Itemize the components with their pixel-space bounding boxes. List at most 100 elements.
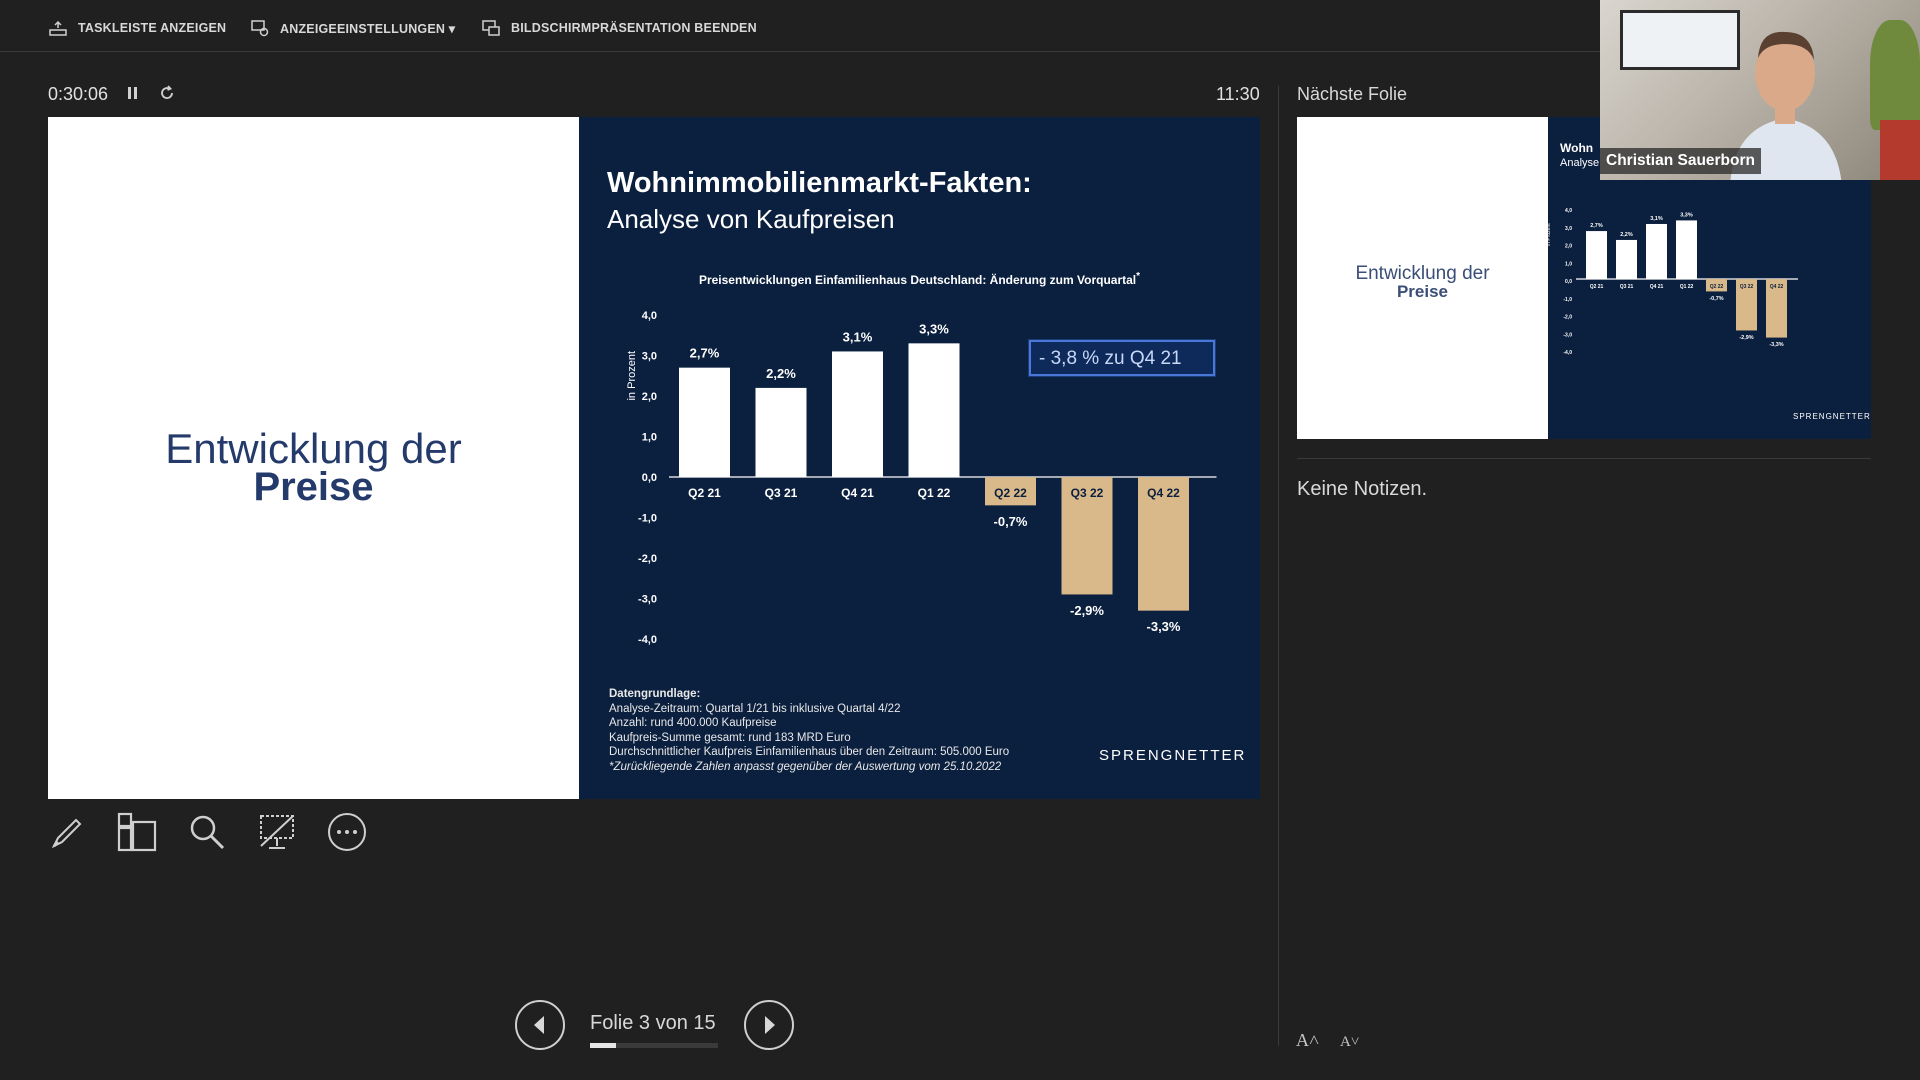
x-tick-label: Q4 22	[1147, 486, 1180, 500]
taskbar-icon	[49, 20, 67, 36]
data-label: -0,7%	[1709, 296, 1723, 302]
current-slide[interactable]: Entwicklung der Preise Wohnimmobilienmar…	[48, 117, 1260, 799]
x-tick-label: Q3 21	[765, 486, 798, 500]
decrease-font-button[interactable]: A˅	[1340, 1034, 1359, 1051]
next-slide-title-line2: Preise	[1396, 282, 1449, 301]
pen-tool-button[interactable]	[46, 810, 90, 854]
data-basis-line: Anzahl: rund 400.000 Kaufpreise	[609, 717, 777, 729]
next-slide-brand: SPRENGNETTER	[1793, 412, 1871, 421]
speaker-notes: Keine Notizen.	[1297, 478, 1428, 500]
bar	[1616, 239, 1637, 279]
x-tick-label: Q4 21	[1650, 284, 1664, 290]
y-tick-label: 0,0	[1565, 279, 1572, 285]
pause-timer-button[interactable]	[126, 84, 140, 107]
y-axis-label: in Prozent	[626, 351, 638, 401]
pen-icon	[51, 818, 82, 849]
next-slide-label: Nächste Folie	[1297, 84, 1408, 104]
more-options-button[interactable]	[325, 810, 369, 854]
price-change-chart: 4,0 3,0 2,0 1,0 0,0 -1,0 -2,0 -3,0 -4,0 in Prozen…	[626, 310, 1217, 646]
data-basis-line: Durchschnittlicher Kaufpreis Einfamilien…	[609, 746, 1010, 758]
data-label: 2,2%	[766, 366, 796, 381]
y-tick-label: -2,0	[1563, 315, 1572, 321]
notes-divider	[1297, 458, 1871, 459]
y-axis-label: in Prozent	[1548, 223, 1552, 246]
previous-slide-button[interactable]	[515, 1000, 565, 1050]
show-taskbar-button[interactable]: TASKLEISTE ANZEIGEN	[48, 18, 226, 38]
y-tick-label: 2,0	[642, 391, 657, 403]
reset-timer-button[interactable]	[158, 84, 176, 107]
display-settings-label: ANZEIGEEINSTELLUNGEN ▾	[280, 21, 456, 36]
see-all-slides-button[interactable]	[115, 810, 159, 854]
y-tick-label: -1,0	[638, 513, 657, 525]
data-basis-line: Analyse-Zeitraum: Quartal 1/21 bis inklu…	[609, 702, 901, 715]
x-tick-label: Q3 22	[1071, 486, 1104, 500]
bar	[1676, 220, 1697, 279]
more-icon	[328, 813, 366, 851]
data-label: -2,9%	[1739, 335, 1753, 341]
y-tick-label: -2,0	[638, 553, 657, 565]
plant-bg	[1870, 20, 1920, 130]
slide-progress-fill	[590, 1043, 616, 1048]
data-label: -3,3%	[1769, 342, 1783, 348]
end-slideshow-icon	[482, 20, 500, 36]
y-tick-label: -3,0	[1563, 332, 1572, 338]
slide-progress-bar	[590, 1043, 718, 1048]
y-tick-label: 1,0	[1565, 261, 1572, 267]
data-label: 2,7%	[1590, 223, 1603, 229]
pause-icon	[128, 87, 137, 99]
data-label: 2,2%	[1620, 232, 1633, 238]
data-label: -2,9%	[1070, 603, 1104, 618]
data-label: 3,3%	[1680, 212, 1693, 218]
presenter-toolbar: TASKLEISTE ANZEIGEN ANZEIGEEINSTELLUNGEN…	[0, 0, 1600, 52]
chair-bg	[1880, 120, 1920, 180]
y-tick-label: -3,0	[638, 594, 657, 606]
next-slide-left: Entwicklung der Preise	[1297, 117, 1548, 439]
y-tick-label: 1,0	[642, 432, 657, 444]
y-tick-label: -4,0	[1563, 350, 1572, 356]
x-tick-label: Q2 22	[1710, 284, 1724, 290]
webcam-video: Christian Sauerborn	[1600, 0, 1920, 180]
y-tick-label: 4,0	[1565, 208, 1572, 214]
arrow-left-icon	[534, 1016, 544, 1034]
brand-logo: SPRENGNETTER	[1099, 747, 1247, 764]
data-label: -3,3%	[1147, 619, 1181, 634]
slide-counter: Folie 3 von 15	[590, 1012, 716, 1034]
zoom-button[interactable]	[185, 810, 229, 854]
bar	[755, 387, 807, 477]
display-settings-button[interactable]: ANZEIGEEINSTELLUNGEN ▾	[250, 18, 455, 38]
data-label: 3,1%	[843, 329, 873, 344]
black-screen-button[interactable]	[255, 810, 299, 854]
increase-font-button[interactable]: A˄	[1296, 1030, 1319, 1051]
data-label: 3,1%	[1650, 216, 1663, 222]
panel-divider	[1278, 86, 1279, 1046]
current-time: 11:30	[1216, 84, 1260, 104]
bar	[1646, 223, 1667, 279]
participant-name: Christian Sauerborn	[1600, 148, 1761, 174]
x-tick-label: Q1 22	[918, 486, 951, 500]
x-tick-label: Q2 21	[688, 486, 721, 500]
y-tick-label: 4,0	[642, 310, 657, 322]
x-tick-label: Q3 22	[1740, 284, 1754, 290]
y-tick-label: 2,0	[1565, 244, 1572, 250]
bar	[679, 367, 730, 477]
next-slide-button[interactable]	[744, 1000, 794, 1050]
section-title-line2: Preise	[253, 465, 374, 509]
x-tick-label: Q3 21	[1620, 284, 1634, 290]
y-tick-label: 3,0	[642, 351, 657, 363]
data-basis-heading: Datengrundlage:	[609, 688, 701, 700]
y-tick-label: 0,0	[642, 472, 657, 484]
screen-off-icon	[260, 815, 294, 849]
bar	[832, 351, 883, 477]
display-settings-icon	[251, 20, 269, 37]
x-tick-label: Q4 22	[1770, 284, 1784, 290]
data-basis-line: Kaufpreis-Summe gesamt: rund 183 MRD Eur…	[609, 731, 851, 744]
data-basis-footnote: *Zurückliegende Zahlen anpasst gegenüber…	[609, 760, 1002, 773]
end-slideshow-label: BILDSCHIRMPRÄSENTATION BEENDEN	[511, 21, 757, 35]
data-basis-heading-text: Datengrundlage	[609, 688, 697, 700]
grid-icon	[117, 812, 157, 852]
data-label: 2,7%	[690, 346, 720, 361]
y-tick-label: -1,0	[1563, 297, 1572, 303]
elapsed-timer: 0:30:06	[48, 84, 109, 104]
end-slideshow-button[interactable]: BILDSCHIRMPRÄSENTATION BEENDEN	[481, 18, 757, 38]
x-tick-label: Q4 21	[841, 486, 874, 500]
